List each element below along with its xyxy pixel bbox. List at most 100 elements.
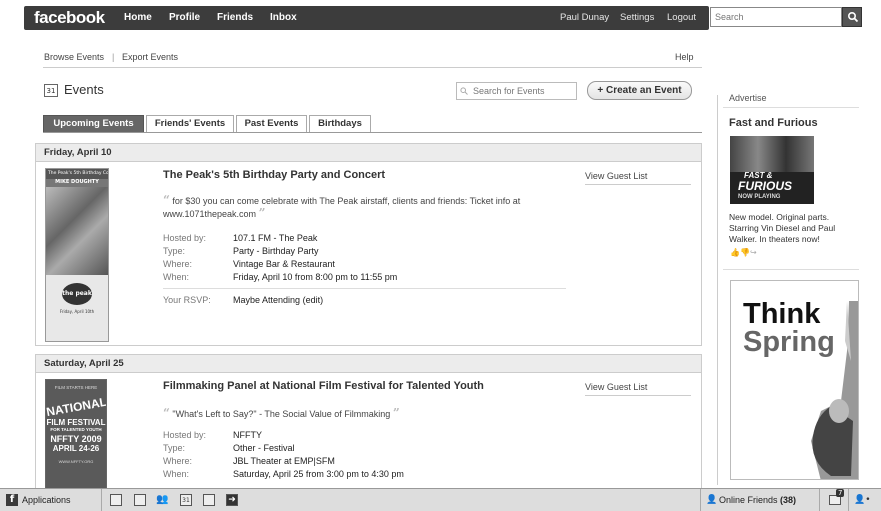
close-quote-icon: ” — [392, 406, 400, 420]
events-app-icon[interactable]: 31 — [180, 494, 192, 506]
event-search-input[interactable]: Search for Events — [456, 82, 577, 100]
tab-past-events[interactable]: Past Events — [236, 115, 307, 132]
view-guest-list-link[interactable]: View Guest List — [585, 171, 691, 185]
event-title-link[interactable]: The Peak's 5th Birthday Party and Concer… — [163, 169, 385, 181]
detail-when: When: Friday, April 10 from 8:00 pm to 1… — [163, 271, 563, 283]
page-title: Events — [64, 82, 104, 97]
applications-menu[interactable]: f Applications — [0, 489, 102, 511]
detail-label: Where: — [163, 259, 193, 269]
tabs-underline — [43, 132, 702, 133]
detail-value: JBL Theater at EMP|SFM — [233, 456, 335, 466]
detail-label: When: — [163, 469, 190, 479]
event-poster-image[interactable]: FILM STARTS HERE NATIONAL FILM FESTIVAL … — [45, 379, 107, 489]
nav-home[interactable]: Home — [124, 12, 152, 23]
poster-subhead-2: FOR TALENTED YOUTH — [50, 427, 102, 432]
detail-value: Friday, April 10 from 8:00 pm to 11:55 p… — [233, 272, 398, 282]
event-item: FILM STARTS HERE NATIONAL FILM FESTIVAL … — [36, 373, 701, 489]
share-icon[interactable]: ↪ — [750, 248, 757, 257]
tab-upcoming-events[interactable]: Upcoming Events — [43, 115, 144, 132]
online-label: Online Friends — [719, 495, 778, 505]
thumbs-down-icon[interactable]: 👎 — [740, 248, 750, 257]
host-link[interactable]: 107.1 FM - The Peak — [233, 232, 317, 244]
nav-inbox[interactable]: Inbox — [270, 12, 297, 23]
facebook-logo[interactable]: facebook — [34, 8, 105, 28]
detail-where: Where: JBL Theater at EMP|SFM — [163, 455, 563, 467]
ad-title-link[interactable]: Fast and Furious — [729, 117, 818, 129]
detail-host: Hosted by: NFFTY — [163, 429, 563, 441]
online-friends-button[interactable]: Online Friends (38) 👤 — [700, 489, 820, 511]
tab-friends-events[interactable]: Friends' Events — [146, 115, 234, 132]
browse-events-link[interactable]: Browse Events — [44, 52, 104, 62]
top-bar: facebook Home Profile Friends Inbox Paul… — [0, 0, 881, 36]
day-block-april-10: Friday, April 10 The Peak's 5th Birthday… — [35, 143, 702, 346]
detail-value: Other - Festival — [233, 443, 295, 453]
rsvp-divider — [163, 288, 566, 289]
nav-friends[interactable]: Friends — [217, 12, 253, 23]
day-block-april-25: Saturday, April 25 FILM STARTS HERE NATI… — [35, 354, 702, 489]
user-name-link[interactable]: Paul Dunay — [560, 12, 609, 23]
poster-date: Friday, April 10th — [59, 309, 95, 314]
poster-tagline: FILM STARTS HERE — [54, 385, 98, 390]
nav-profile[interactable]: Profile — [169, 12, 200, 23]
rsvp-edit-link[interactable]: (edit) — [303, 295, 324, 305]
dancer-figure — [811, 301, 858, 479]
ad-logo-line3: NOW PLAYING — [738, 194, 781, 200]
groups-app-icon[interactable]: 👥 — [156, 494, 168, 506]
chat-settings-icon[interactable]: 👤• — [854, 495, 871, 505]
logout-link[interactable]: Logout — [667, 12, 696, 23]
event-poster-image[interactable]: The Peak's 5th Birthday Concert! MIKE DO… — [45, 168, 109, 342]
think-spring-ad-image[interactable]: Think Spring — [730, 280, 859, 480]
event-description-text: "What's Left to Say?" - The Social Value… — [172, 409, 391, 419]
event-description: “ for $30 you can come celebrate with Th… — [163, 194, 563, 220]
detail-value: Saturday, April 25 from 3:00 pm to 4:30 … — [233, 469, 404, 479]
settings-link[interactable]: Settings — [620, 12, 654, 23]
poster-artist: MIKE DOUGHTY — [46, 179, 108, 187]
detail-where: Where: Vintage Bar & Restaurant — [163, 258, 563, 270]
open-quote-icon: “ — [163, 406, 170, 420]
poster-photo — [46, 187, 108, 275]
detail-rsvp: Your RSVP: Maybe Attending (edit) — [163, 294, 563, 306]
detail-host: Hosted by: 107.1 FM - The Peak — [163, 232, 563, 244]
detail-when: When: Saturday, April 25 from 3:00 pm to… — [163, 468, 563, 480]
subnav-separator: | — [112, 52, 115, 62]
detail-type: Type: Other - Festival — [163, 442, 563, 454]
rsvp-status: Maybe Attending — [233, 295, 301, 305]
search-button[interactable] — [842, 7, 862, 27]
detail-value: Vintage Bar & Restaurant — [233, 259, 335, 269]
advertise-link[interactable]: Advertise — [729, 93, 767, 103]
poster-headline: NATIONAL — [45, 394, 107, 420]
day-header: Friday, April 10 — [36, 144, 701, 162]
export-events-link[interactable]: Export Events — [122, 52, 178, 62]
notes-app-icon[interactable] — [134, 494, 146, 506]
create-event-button[interactable]: + Create an Event — [587, 81, 692, 100]
online-count: (38) — [780, 495, 797, 505]
event-title-link[interactable]: Filmmaking Panel at National Film Festiv… — [163, 380, 484, 392]
detail-type: Type: Party - Birthday Party — [163, 245, 563, 257]
tab-birthdays[interactable]: Birthdays — [309, 115, 371, 132]
detail-label: Hosted by: — [163, 233, 207, 243]
search-input[interactable]: Search — [710, 7, 842, 27]
video-app-icon[interactable] — [203, 494, 215, 506]
detail-label: When: — [163, 272, 190, 282]
host-link[interactable]: NFFTY — [233, 429, 262, 441]
help-link[interactable]: Help — [675, 52, 694, 62]
open-quote-icon: “ — [163, 193, 170, 207]
ad-image[interactable]: FAST & FURIOUS NOW PLAYING — [730, 136, 814, 204]
detail-label: Type: — [163, 443, 186, 453]
poster-headline: The Peak's 5th Birthday Concert! — [46, 169, 108, 179]
sidebar-divider — [717, 95, 718, 485]
event-description-text: for $30 you can come celebrate with The … — [163, 196, 521, 219]
notifications-button[interactable] — [821, 489, 849, 511]
poster-year: NFFTY 2009 — [50, 434, 102, 444]
photos-app-icon[interactable] — [110, 494, 122, 506]
arrow-right-icon[interactable]: ➜ — [226, 494, 238, 506]
the-peak-logo: the peak — [62, 283, 92, 305]
rsvp-value: Maybe Attending (edit) — [233, 294, 323, 306]
thumbs-up-icon[interactable]: 👍 — [730, 248, 740, 257]
detail-label: Where: — [163, 456, 193, 466]
detail-label: Hosted by: — [163, 430, 207, 440]
ad-feedback-icons: 👍👎↪ — [730, 248, 757, 257]
notification-count-badge: 7 — [836, 489, 845, 497]
calendar-icon: 31 — [44, 84, 58, 97]
view-guest-list-link[interactable]: View Guest List — [585, 382, 691, 396]
